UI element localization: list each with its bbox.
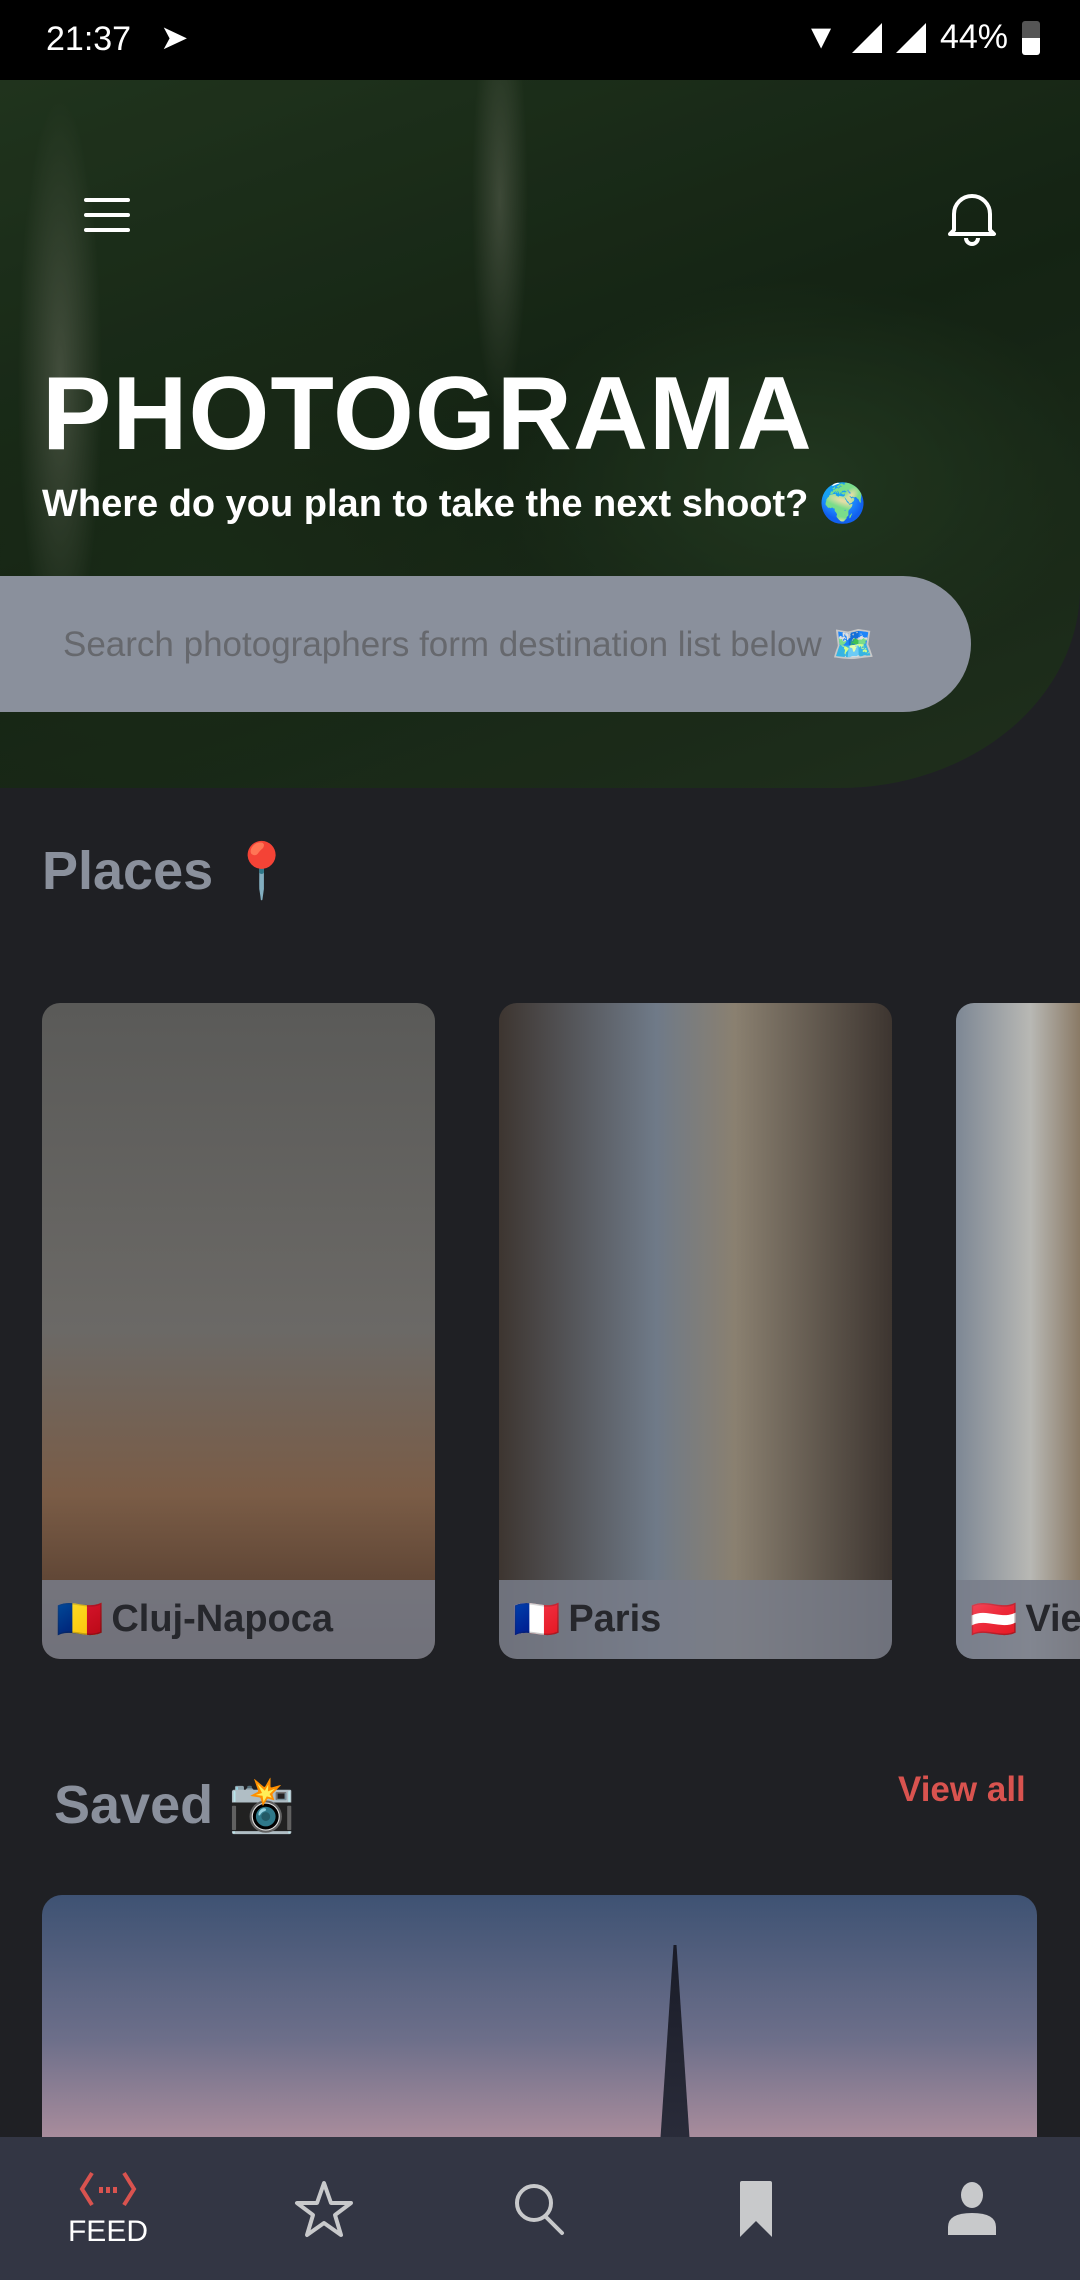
search-placeholder: Search photographers form destination li… — [63, 624, 876, 664]
signal-icon — [851, 22, 882, 53]
subtitle: Where do you plan to take the next shoot… — [42, 483, 867, 525]
nav-profile[interactable] — [864, 2137, 1080, 2280]
app-title: PHOTOGRAMA — [42, 356, 813, 472]
places-heading: Places 📍 — [42, 841, 296, 901]
place-name: Cluj-Napoca — [111, 1598, 334, 1640]
eiffel-tower-image — [660, 1945, 690, 2137]
nav-saved[interactable] — [648, 2137, 864, 2280]
menu-icon[interactable] — [84, 198, 130, 232]
clock: 21:37 — [46, 20, 132, 58]
place-card-vienna[interactable]: 🇦🇹Vienna — [956, 1003, 1080, 1659]
flag-icon: 🇷🇴 — [56, 1598, 104, 1641]
battery-percent: 44% — [939, 18, 1008, 56]
flag-icon: 🇫🇷 — [513, 1598, 561, 1641]
profile-icon — [948, 2181, 996, 2235]
nav-feed[interactable]: FEED — [0, 2137, 216, 2280]
place-name: Vienna — [1025, 1598, 1080, 1640]
bell-icon[interactable] — [944, 186, 1000, 246]
battery-icon — [1022, 20, 1040, 55]
nav-feed-label: FEED — [67, 2214, 148, 2248]
search-input[interactable]: Search photographers form destination li… — [0, 576, 971, 712]
star-icon — [295, 2180, 353, 2237]
nav-search[interactable] — [432, 2137, 648, 2280]
nav-favorites[interactable] — [216, 2137, 432, 2280]
flag-icon: 🇦🇹 — [970, 1598, 1018, 1641]
place-card-cluj[interactable]: 🇷🇴 Cluj-Napoca — [42, 1003, 435, 1659]
saved-heading: Saved 📸 — [54, 1775, 296, 1835]
bookmark-icon — [740, 2180, 772, 2237]
place-card-paris[interactable]: 🇫🇷 Paris — [499, 1003, 892, 1659]
bottom-nav: FEED — [0, 2137, 1080, 2280]
status-bar: 21:37 ➤ ▼ 44% — [0, 0, 1080, 80]
feed-icon — [79, 2171, 137, 2206]
wifi-icon: ▼ — [804, 18, 838, 56]
saved-card[interactable] — [42, 1895, 1037, 2137]
view-all-link[interactable]: View all — [898, 1770, 1026, 1810]
search-icon — [515, 2183, 564, 2235]
place-name: Paris — [568, 1598, 662, 1640]
telegram-icon: ➤ — [160, 19, 189, 57]
signal-icon — [895, 22, 926, 53]
